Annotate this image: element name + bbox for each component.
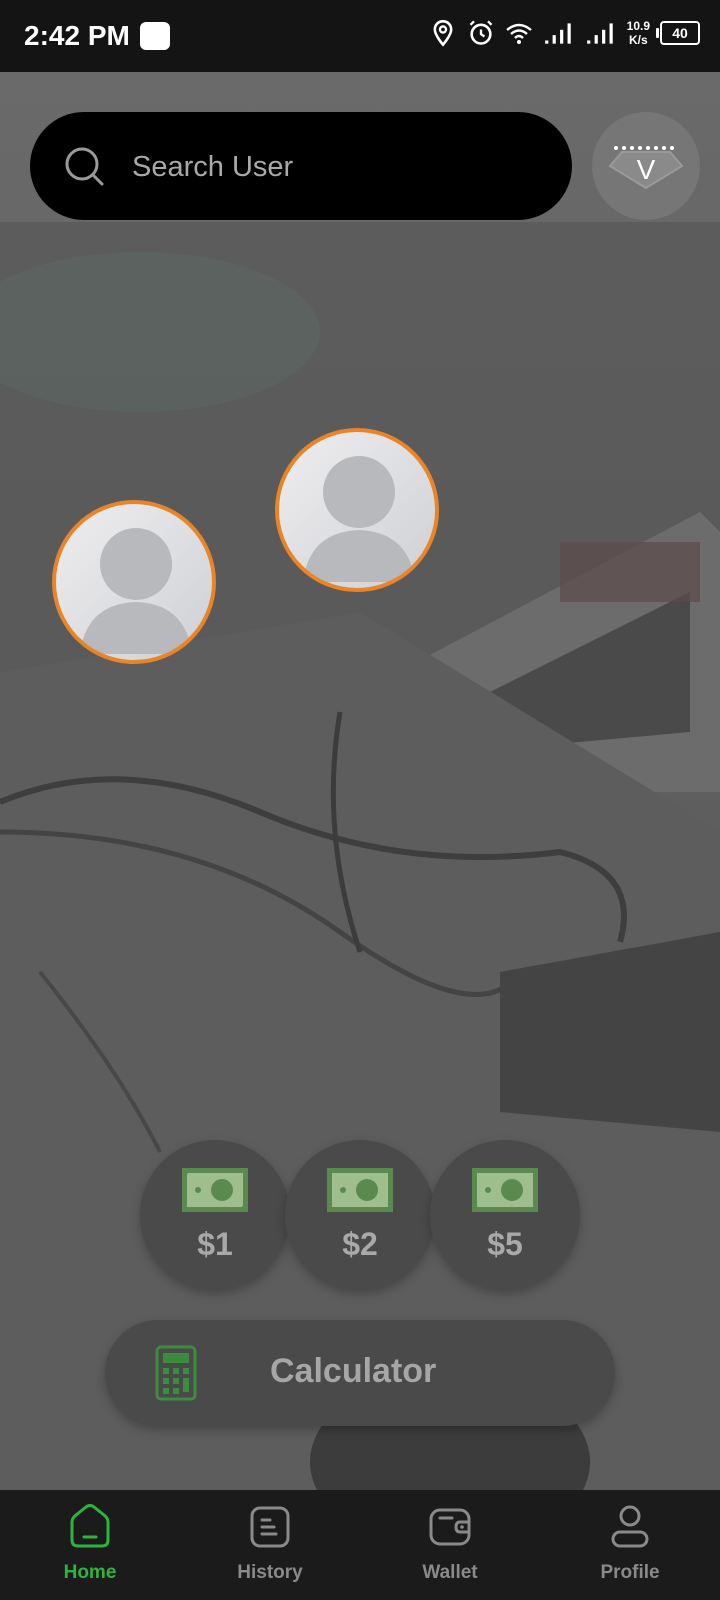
- calculator-button[interactable]: Calculator: [105, 1320, 615, 1426]
- nav-wallet[interactable]: Wallet: [360, 1490, 540, 1600]
- nav-wallet-label: Wallet: [422, 1562, 478, 1583]
- wallet-icon: [429, 1508, 471, 1546]
- nav-history-label: History: [237, 1562, 303, 1583]
- search-icon: [65, 147, 104, 186]
- battery-level: 40: [672, 25, 688, 41]
- user-avatar[interactable]: [275, 428, 439, 592]
- status-icons: 10.9 K/s 40: [429, 18, 700, 48]
- cash-icon: [472, 1168, 538, 1212]
- signal-icon: [586, 23, 613, 44]
- battery-icon: 40: [656, 21, 700, 45]
- search-input[interactable]: [130, 142, 554, 192]
- cash-icon: [327, 1168, 393, 1212]
- alarm-icon: [469, 20, 492, 45]
- speed-value: 10.9: [626, 19, 650, 33]
- home-icon: [70, 1504, 110, 1548]
- tip-button-2[interactable]: $2: [285, 1140, 435, 1290]
- vip-label: V: [636, 154, 656, 185]
- profile-icon: [611, 1505, 649, 1548]
- nav-history[interactable]: History: [180, 1490, 360, 1600]
- user-placeholder-icon: [303, 456, 415, 582]
- speed-unit: K/s: [628, 33, 648, 47]
- signal-icon: [544, 23, 571, 44]
- status-time: 2:42 PM: [24, 20, 130, 51]
- search-bar[interactable]: [30, 112, 572, 220]
- user-avatar[interactable]: [52, 500, 216, 664]
- tip-button-5[interactable]: $5: [430, 1140, 580, 1290]
- app-notification-icon: [140, 22, 170, 50]
- vip-button[interactable]: V: [592, 112, 700, 220]
- user-placeholder-icon: [80, 528, 192, 654]
- tip-label: $1: [197, 1226, 233, 1262]
- tip-label: $2: [342, 1226, 378, 1262]
- wifi-icon: [505, 23, 532, 44]
- nav-profile-label: Profile: [600, 1562, 660, 1583]
- network-speed: 10.9 K/s: [627, 19, 650, 47]
- history-icon: [250, 1506, 290, 1548]
- tip-button-1[interactable]: $1: [140, 1140, 290, 1290]
- nav-home[interactable]: Home: [0, 1490, 180, 1600]
- tip-label: $5: [487, 1226, 523, 1262]
- nav-home-label: Home: [63, 1562, 117, 1583]
- cash-icon: [182, 1168, 248, 1212]
- nav-profile[interactable]: Profile: [540, 1490, 720, 1600]
- calculator-icon: [155, 1345, 197, 1401]
- calculator-label: Calculator: [270, 1352, 437, 1390]
- status-bar: 2:42 PM 10.9 K/s 40: [0, 0, 720, 72]
- location-icon: [433, 20, 453, 47]
- bottom-nav: Home History Wallet Profile: [0, 1490, 720, 1600]
